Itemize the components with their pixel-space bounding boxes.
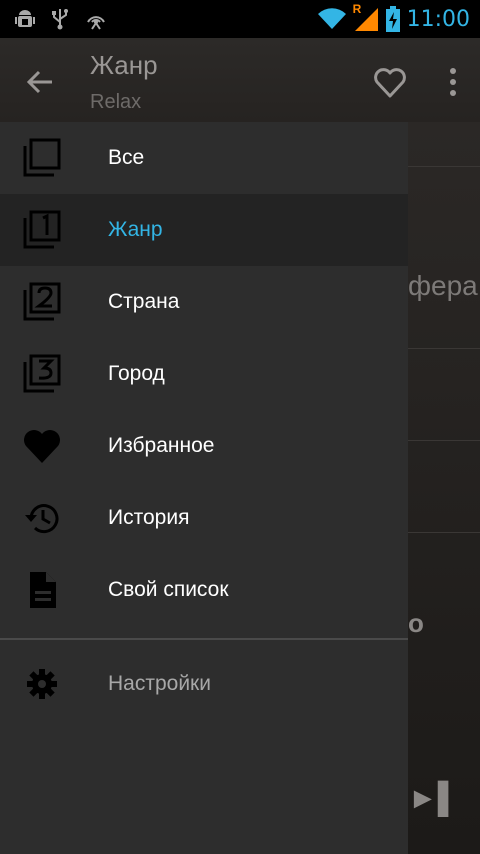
document-icon: [30, 572, 56, 608]
drawer-item-label: Свой список: [108, 578, 229, 601]
drawer-item-label: Избранное: [108, 434, 215, 457]
background-text: фера: [408, 270, 478, 301]
wifi-icon: [317, 8, 346, 30]
drawer-item-label: Все: [108, 146, 145, 169]
heart-outline-icon[interactable]: [372, 64, 408, 100]
clock: 11:00: [406, 6, 470, 32]
background-content: фера о ►▌: [408, 122, 480, 854]
collection-1-icon: [23, 210, 61, 249]
drawer-item-label: Настройки: [108, 672, 211, 695]
signal-icon: R: [353, 2, 379, 32]
divider: [408, 532, 480, 533]
drawer-item-all[interactable]: Все: [0, 122, 408, 194]
status-bar: R 11:00: [0, 0, 480, 38]
background-text-2: о: [408, 608, 424, 638]
collection-3-icon: [23, 354, 61, 393]
divider: [408, 166, 480, 167]
divider: [408, 440, 480, 441]
android-debug-icon: [15, 10, 35, 27]
drawer-item-label: Жанр: [108, 218, 163, 241]
drawer-item-genre[interactable]: Жанр: [0, 194, 408, 266]
drawer-item-label: Город: [108, 362, 165, 385]
player-controls[interactable]: ►▌: [408, 782, 459, 816]
drawer-item-label: История: [108, 506, 190, 529]
drawer-item-favorites[interactable]: Избранное: [0, 410, 408, 482]
divider: [408, 348, 480, 349]
back-arrow-icon[interactable]: [22, 64, 58, 100]
collection-2-icon: [23, 282, 61, 321]
navigation-drawer: Все Жанр Страна Город Избранное История …: [0, 122, 408, 854]
drawer-item-city[interactable]: Город: [0, 338, 408, 410]
drawer-item-history[interactable]: История: [0, 482, 408, 554]
battery-charging-icon: [385, 6, 400, 32]
gear-icon: [27, 669, 57, 699]
page-title: Жанр: [90, 50, 158, 80]
history-icon: [25, 504, 59, 534]
app-bar: Жанр Relax: [0, 38, 480, 122]
page-subtitle: Relax: [90, 91, 142, 113]
usb-icon: [52, 9, 68, 30]
drawer-item-country[interactable]: Страна: [0, 266, 408, 338]
drawer-item-settings[interactable]: Настройки: [0, 648, 408, 720]
drawer-divider: [0, 638, 408, 640]
heart-icon: [24, 430, 60, 463]
drawer-item-label: Страна: [108, 290, 180, 313]
hotspot-icon: [87, 16, 105, 30]
all-collections-icon: [23, 138, 61, 177]
overflow-menu-icon[interactable]: [444, 64, 462, 100]
drawer-item-custom-list[interactable]: Свой список: [0, 554, 408, 626]
